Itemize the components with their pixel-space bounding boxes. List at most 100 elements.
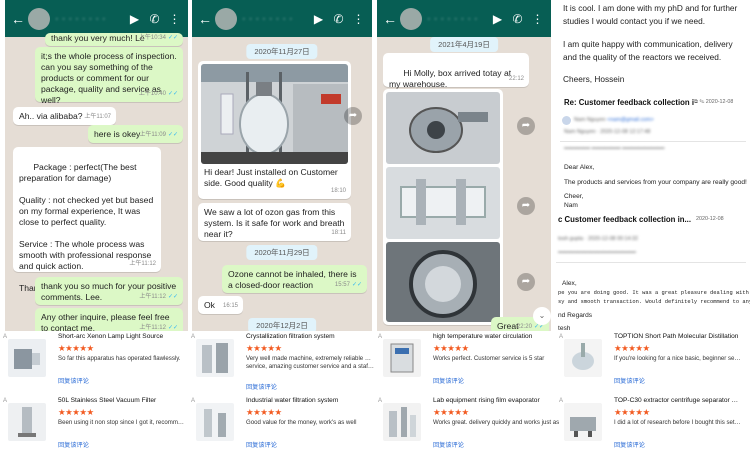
more-icon[interactable]: ⋮: [167, 12, 182, 26]
email-from: tosh gupta · 2020-12-08 00:14:32: [558, 236, 639, 242]
avatar: A: [378, 334, 383, 340]
package-photo-1-image: [386, 92, 500, 164]
more-icon[interactable]: ⋮: [351, 12, 366, 26]
package-photo-3-image: [386, 242, 500, 322]
product-title[interactable]: Crystallization filtration system: [246, 333, 371, 340]
rating-stars: ★★★★★: [58, 343, 94, 353]
email-body-line: tesh: [558, 325, 571, 331]
back-arrow-icon[interactable]: ←: [383, 11, 397, 27]
email-body-line: The products and services from your comp…: [564, 179, 747, 186]
back-arrow-icon[interactable]: ←: [198, 11, 212, 27]
avatar: [562, 116, 571, 125]
email-meta: ━━━━━━━━━━━━━━━━━━━━━━━━: [558, 250, 636, 256]
forward-icon[interactable]: ➦: [517, 117, 535, 135]
product-title[interactable]: high temperature water circulation: [433, 333, 558, 340]
avatar: A: [378, 398, 383, 404]
reply-link[interactable]: 回复该评论: [246, 382, 277, 391]
divider: [556, 262, 746, 263]
review-card: A Industrial water filtration system ★★★…: [188, 395, 375, 455]
contact-name[interactable]: · · · · · · · ·: [55, 13, 122, 25]
product-title[interactable]: TOP-C30 extractor centrifuge separator m…: [614, 397, 739, 404]
phone-icon[interactable]: ✆: [147, 12, 162, 26]
product-title[interactable]: Industrial water filtration system: [246, 397, 371, 404]
reply-link[interactable]: 回复该评论: [614, 440, 645, 449]
video-icon[interactable]: ▶: [311, 12, 326, 26]
product-thumbnail-image: [196, 403, 234, 441]
date-chip: 2020年11月29日: [246, 245, 318, 260]
product-thumbnail-image: [383, 339, 421, 377]
reply-link[interactable]: 回复该评论: [433, 440, 464, 449]
rating-stars: ★★★★★: [246, 407, 282, 417]
product-thumbnail-image: [564, 403, 602, 441]
product-thumbnail[interactable]: [8, 403, 46, 441]
product-thumbnail-image: [383, 403, 421, 441]
photo-bubble: [383, 89, 503, 325]
package-photo-2[interactable]: [386, 167, 500, 239]
chat-body: 2020年11月27日 Hi dear! Just installed on C…: [192, 37, 372, 331]
package-photo-1[interactable]: [386, 92, 500, 164]
video-icon[interactable]: ▶: [127, 12, 142, 26]
chat-body: thank you very much! Le 上午10:34 ✓✓ it;s t…: [5, 33, 188, 331]
more-icon[interactable]: ⋮: [530, 12, 545, 26]
avatar[interactable]: [215, 7, 237, 30]
back-arrow-icon[interactable]: ←: [11, 11, 25, 27]
email-from: Nam Nguyen <nam@gmail.com>: [574, 117, 654, 123]
avatar[interactable]: [28, 7, 50, 30]
divider: [560, 141, 746, 142]
product-thumbnail[interactable]: [196, 339, 234, 377]
package-photo-3[interactable]: [386, 242, 500, 322]
reply-link[interactable]: 回复该评论: [58, 440, 89, 449]
rating-stars: ★★★★★: [614, 343, 650, 353]
contact-name[interactable]: · · · · · · · ·: [242, 13, 306, 25]
reply-link[interactable]: 回复该评论: [433, 376, 464, 385]
product-thumbnail[interactable]: [8, 339, 46, 377]
product-thumbnail[interactable]: [564, 403, 602, 441]
phone-icon[interactable]: ✆: [510, 12, 525, 26]
avatar[interactable]: [400, 7, 422, 30]
email-body-line: Dear Alex,: [564, 164, 595, 171]
product-thumbnail[interactable]: [383, 339, 421, 377]
email-body-line: Nam: [564, 202, 578, 209]
product-title[interactable]: Short-arc Xenon Lamp Light Source: [58, 333, 183, 340]
review-text: Good value for the money, work's as well: [246, 419, 357, 426]
email-subject[interactable]: c Customer feedback collection in...: [558, 215, 698, 224]
forward-icon[interactable]: ➦: [517, 197, 535, 215]
chat-panel-2: ← · · · · · · · · ▶ ✆ ⋮ 2020年11月27日 Hi d…: [192, 0, 372, 331]
chat-header: ← · · · · · · · · ▶ ✆ ⋮: [192, 0, 372, 37]
message-bubble: Hi Molly, box arrived totay at my wareho…: [383, 53, 529, 100]
reply-link[interactable]: 回复该评论: [614, 376, 645, 385]
forward-icon[interactable]: ➦: [517, 273, 535, 291]
product-title[interactable]: TOPTION Short Path Molecular Distillatio…: [614, 333, 739, 340]
phone-icon[interactable]: ✆: [331, 12, 346, 26]
product-thumbnail-image: [196, 339, 234, 377]
email-subject[interactable]: Re: Customer feedback collection in...: [564, 98, 694, 107]
contact-name[interactable]: · · · · · · · ·: [427, 13, 485, 25]
review-card: A 50L Stainless Steel Vacuum Filter ★★★★…: [0, 395, 187, 455]
rating-stars: ★★★★★: [614, 407, 650, 417]
forward-icon[interactable]: ➦: [344, 107, 362, 125]
scroll-down-button[interactable]: ⌄: [533, 307, 551, 325]
product-title[interactable]: Lab equipment rising film evaporator: [433, 397, 558, 404]
review-text: I did a lot of research before I bought …: [614, 419, 742, 426]
product-thumbnail[interactable]: [196, 403, 234, 441]
email-toolbar[interactable]: 2020-12-08: [696, 216, 724, 222]
product-thumbnail[interactable]: [383, 403, 421, 441]
product-title[interactable]: 50L Stainless Steel Vacuum Filter: [58, 397, 183, 404]
product-thumbnail-image: [564, 339, 602, 377]
review-text: Very well made machine, extremely reliab…: [246, 355, 374, 362]
reactor-photo[interactable]: [201, 64, 348, 164]
message-bubble: Package : perfect(The best preparation f…: [13, 147, 161, 293]
reply-link[interactable]: 回复该评论: [246, 440, 277, 449]
review-text: Works perfect. Customer service is 5 sta…: [433, 355, 545, 362]
review-card: A Short-arc Xenon Lamp Light Source ★★★★…: [0, 331, 187, 391]
avatar: A: [559, 398, 564, 404]
review-text: Works great. delivery quickly and works …: [433, 419, 560, 426]
reply-link[interactable]: 回复该评论: [58, 376, 89, 385]
email-signoff: Cheers, Hossein: [563, 74, 625, 84]
product-thumbnail[interactable]: [564, 339, 602, 377]
review-text: service, amazing customer service and a …: [246, 363, 374, 370]
chat-panel-1: ← · · · · · · · · ▶ ✆ ⋮ thank you very m…: [5, 0, 188, 331]
video-icon[interactable]: ▶: [490, 12, 505, 26]
email-toolbar[interactable]: ⧉ ✎ 2020-12-08: [694, 99, 733, 106]
chat-panel-3: ← · · · · · · · · ▶ ✆ ⋮ 2021年4月19日 Hi Mo…: [377, 0, 551, 331]
